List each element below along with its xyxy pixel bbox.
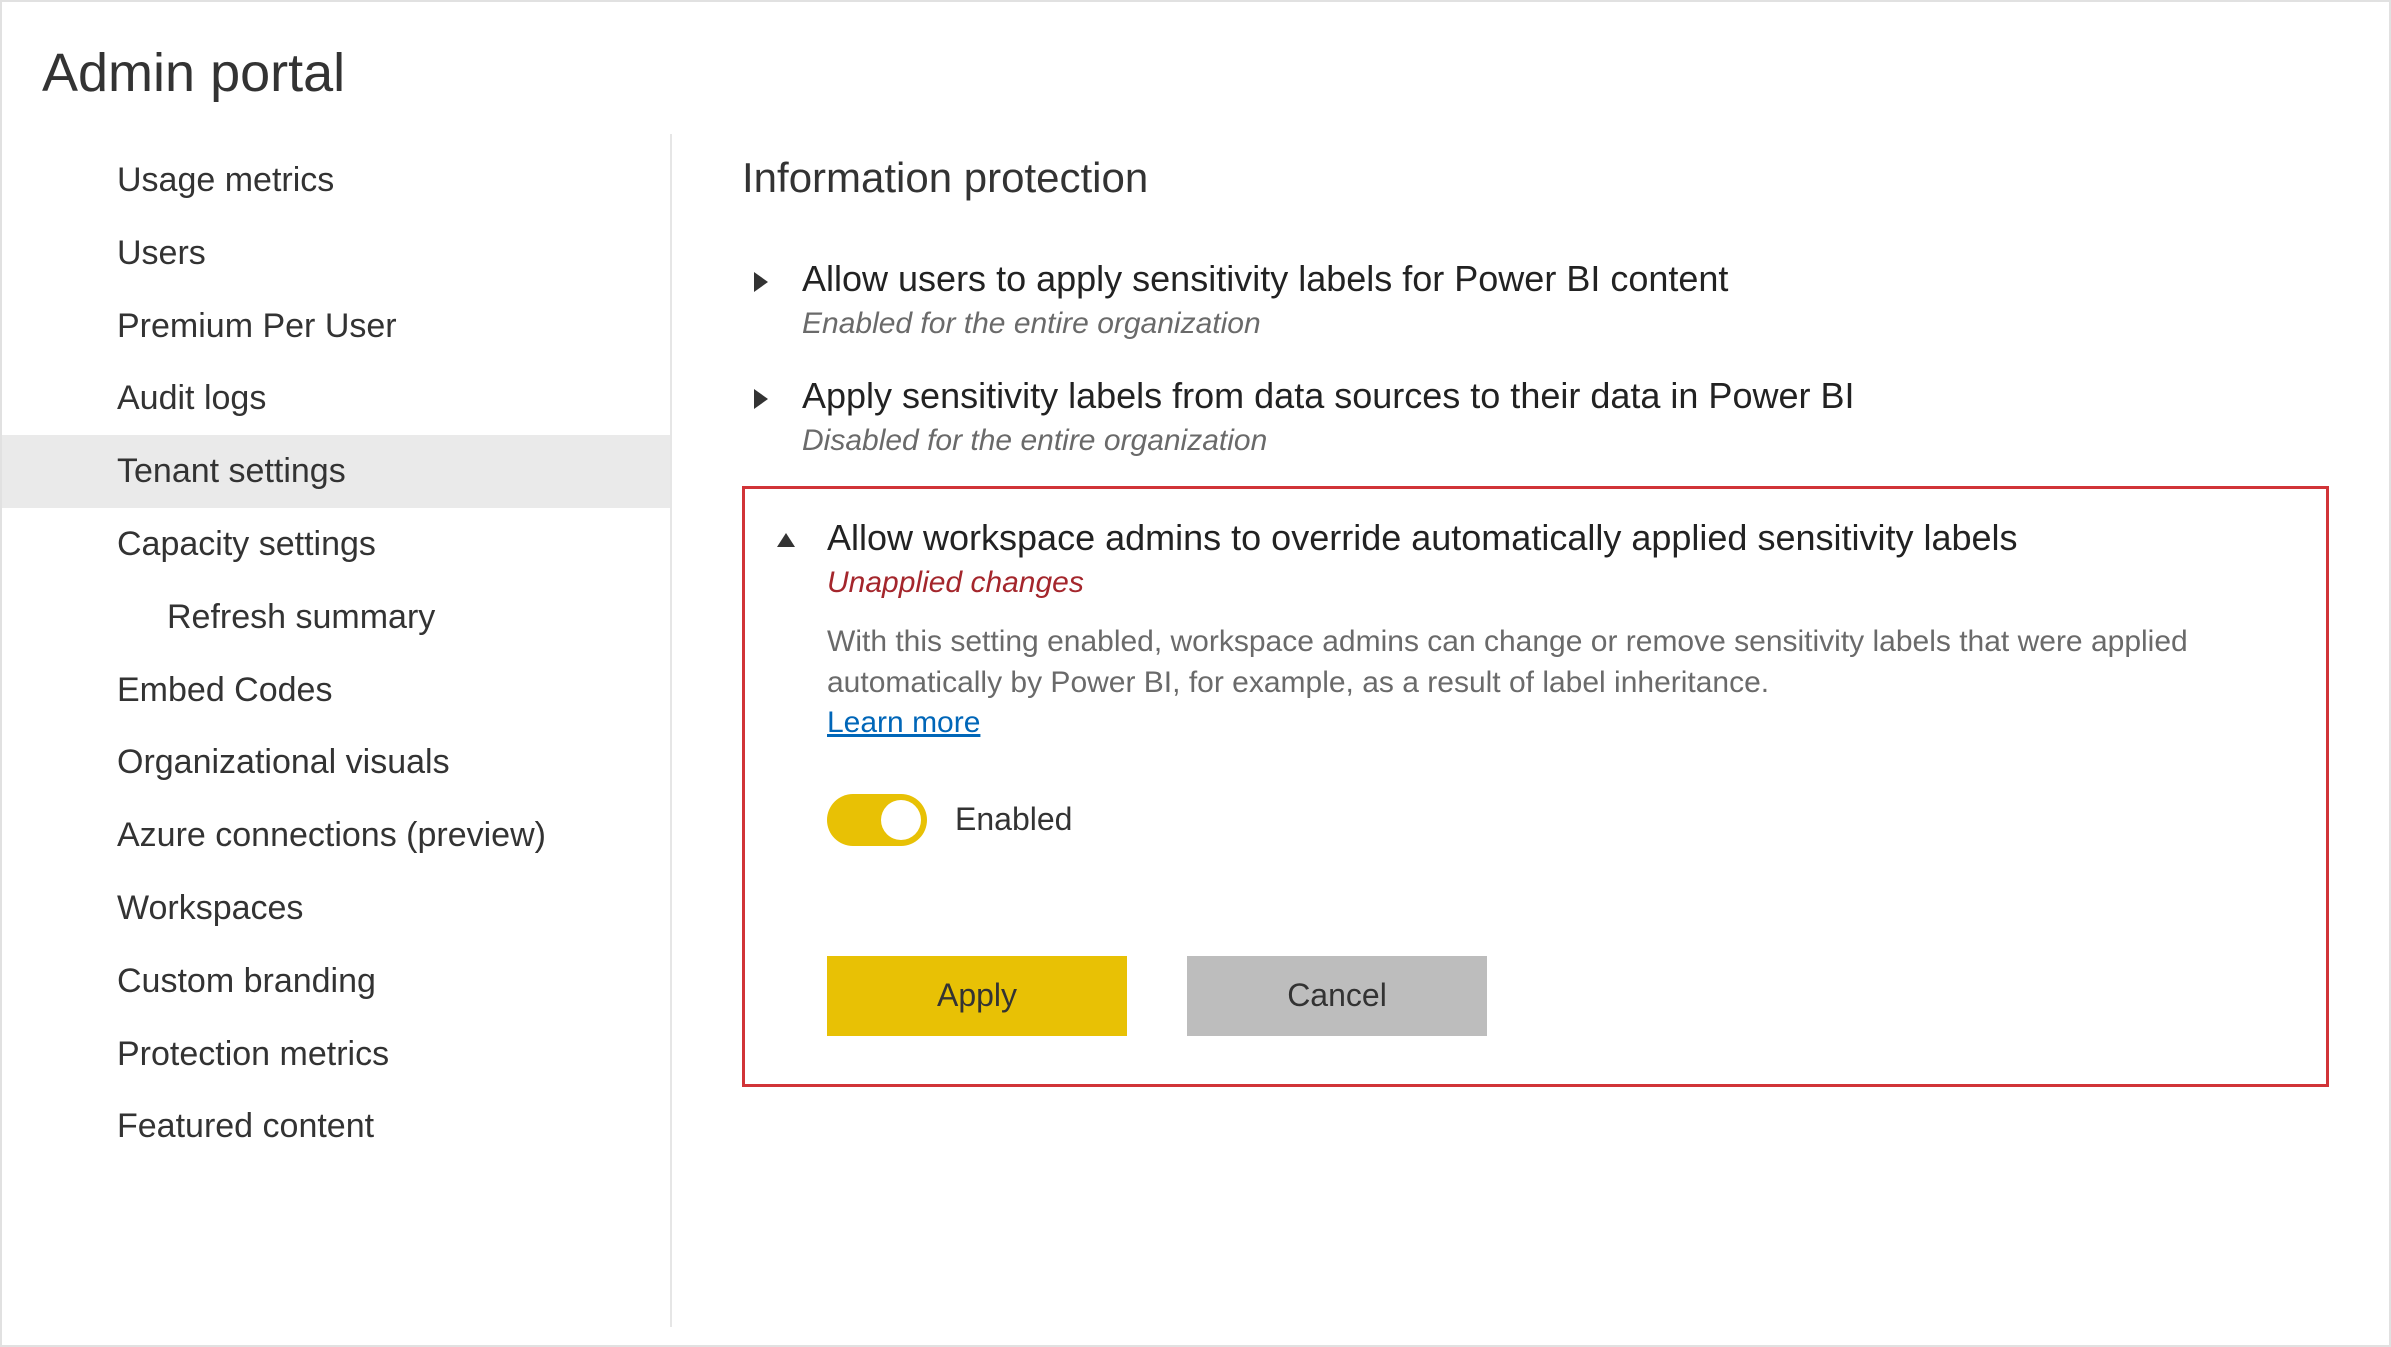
page-title: Admin portal (2, 2, 2389, 134)
sidebar-item-capacity-settings[interactable]: Capacity settings (2, 508, 670, 581)
setting-body: Allow users to apply sensitivity labels … (802, 256, 2329, 341)
setting-status: Enabled for the entire organization (802, 307, 2329, 341)
setting-apply-from-sources[interactable]: Apply sensitivity labels from data sourc… (742, 359, 2329, 476)
setting-override-labels[interactable]: Allow workspace admins to override autom… (767, 509, 2296, 1036)
setting-apply-labels[interactable]: Allow users to apply sensitivity labels … (742, 242, 2329, 359)
setting-title: Apply sensitivity labels from data sourc… (802, 373, 2329, 418)
setting-body: Apply sensitivity labels from data sourc… (802, 373, 2329, 458)
setting-override-labels-highlight: Allow workspace admins to override autom… (742, 486, 2329, 1087)
cancel-button[interactable]: Cancel (1187, 956, 1487, 1036)
sidebar-item-users[interactable]: Users (2, 217, 670, 290)
sidebar-item-organizational-visuals[interactable]: Organizational visuals (2, 726, 670, 799)
sidebar-item-audit-logs[interactable]: Audit logs (2, 362, 670, 435)
sidebar-item-usage-metrics[interactable]: Usage metrics (2, 144, 670, 217)
setting-body: Allow workspace admins to override autom… (827, 515, 2296, 1036)
sidebar-item-protection-metrics[interactable]: Protection metrics (2, 1018, 670, 1091)
enabled-toggle[interactable] (827, 794, 927, 846)
learn-more-link[interactable]: Learn more (827, 706, 980, 739)
sidebar-item-premium-per-user[interactable]: Premium Per User (2, 290, 670, 363)
chevron-right-icon (750, 270, 772, 294)
sidebar-item-workspaces[interactable]: Workspaces (2, 872, 670, 945)
sidebar-item-custom-branding[interactable]: Custom branding (2, 945, 670, 1018)
content-layout: Usage metrics Users Premium Per User Aud… (2, 134, 2389, 1327)
setting-status-unapplied: Unapplied changes (827, 566, 2296, 600)
toggle-label: Enabled (955, 801, 1072, 838)
setting-status: Disabled for the entire organization (802, 424, 2329, 458)
sidebar-item-tenant-settings[interactable]: Tenant settings (2, 435, 670, 508)
setting-description: With this setting enabled, workspace adm… (827, 622, 2207, 744)
sidebar-item-refresh-summary[interactable]: Refresh summary (2, 581, 670, 654)
admin-portal-frame: Admin portal Usage metrics Users Premium… (0, 0, 2391, 1347)
setting-title: Allow workspace admins to override autom… (827, 515, 2296, 560)
sidebar: Usage metrics Users Premium Per User Aud… (2, 134, 672, 1327)
section-heading: Information protection (742, 154, 2329, 202)
sidebar-item-azure-connections[interactable]: Azure connections (preview) (2, 799, 670, 872)
setting-title: Allow users to apply sensitivity labels … (802, 256, 2329, 301)
chevron-right-icon (750, 387, 772, 411)
setting-description-text: With this setting enabled, workspace adm… (827, 625, 2188, 699)
sidebar-item-featured-content[interactable]: Featured content (2, 1090, 670, 1163)
main-panel: Information protection Allow users to ap… (672, 134, 2389, 1327)
apply-button[interactable]: Apply (827, 956, 1127, 1036)
chevron-up-icon (775, 529, 797, 551)
button-row: Apply Cancel (827, 956, 2296, 1036)
toggle-knob (881, 800, 921, 840)
toggle-row: Enabled (827, 794, 2296, 846)
sidebar-item-embed-codes[interactable]: Embed Codes (2, 654, 670, 727)
